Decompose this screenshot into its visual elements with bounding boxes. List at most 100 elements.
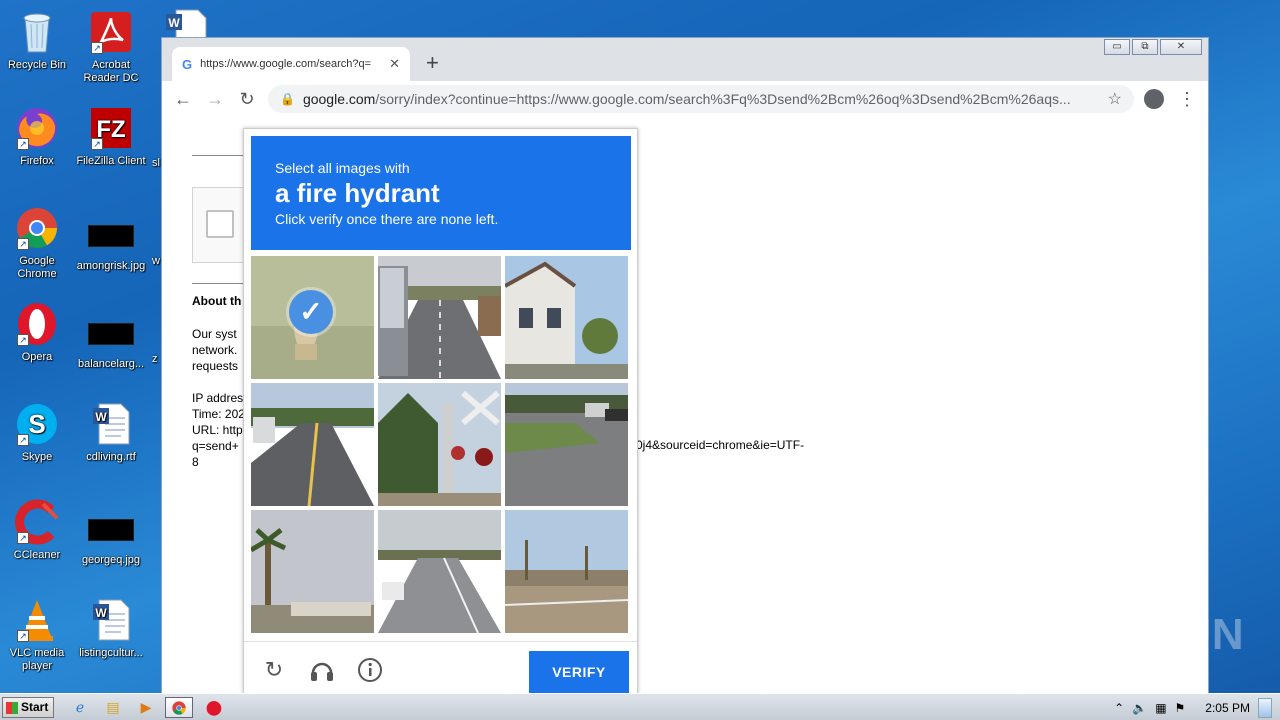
paragraph-line: Our syst [192, 327, 237, 341]
desktop-icon-label: FileZilla Client [76, 155, 146, 167]
svg-text:S: S [28, 409, 45, 439]
maximize-button[interactable]: ⧉ [1132, 39, 1158, 55]
desktop-icon-vlc[interactable]: ↗ VLC media player [0, 596, 74, 673]
new-tab-button[interactable]: + [426, 52, 439, 74]
challenge-hint: Click verify once there are none left. [275, 211, 499, 227]
desktop-icon-label: cdliving.rtf [86, 451, 136, 463]
captcha-tile[interactable] [251, 383, 374, 506]
tab-close-icon[interactable]: ✕ [389, 56, 400, 72]
ccleaner-icon: ↗ [13, 498, 61, 546]
profile-icon[interactable] [1144, 89, 1166, 109]
verify-button[interactable]: VERIFY [529, 651, 629, 693]
desktop-icon-label: VLC media player [9, 647, 65, 672]
captcha-tile[interactable] [378, 256, 501, 379]
challenge-target: a fire hydrant [275, 178, 440, 208]
desktop-file-amongrisk[interactable]: amongrisk.jpg [74, 212, 148, 273]
acrobat-icon: ↗ [87, 8, 135, 56]
svg-text:W: W [95, 606, 107, 620]
system-tray: ⌃ 🔈 ▦ ⚑ 2:05 PM [1114, 694, 1280, 720]
desktop-icon-chrome[interactable]: ↗ Google Chrome [0, 204, 74, 281]
taskbar: Start ℯ ▤ ▶ ⬤ ⌃ 🔈 ▦ ⚑ 2:05 PM [0, 693, 1280, 720]
tile-image [378, 510, 501, 633]
info-icon[interactable] [357, 657, 383, 683]
browser-tab[interactable]: G https://www.google.com/search?q= ✕ [172, 47, 410, 81]
minimize-button[interactable]: ▭ [1104, 39, 1130, 55]
forward-icon[interactable]: → [204, 89, 226, 110]
about-heading: About th [192, 294, 242, 308]
show-desktop-button[interactable] [1258, 697, 1272, 718]
desktop-file-georgeq[interactable]: georgeq.jpg [74, 506, 148, 567]
address-path: /sorry/index?continue=https://www.google… [375, 91, 1071, 107]
desktop-file-listingcultur[interactable]: W listingcultur... [74, 596, 148, 660]
challenge-instruction: Select all images with [275, 160, 410, 176]
desktop-file-cdliving[interactable]: W cdliving.rtf [74, 400, 148, 464]
start-button[interactable]: Start [2, 697, 54, 718]
audio-challenge-icon[interactable] [309, 657, 335, 683]
desktop-file-balancelarg[interactable]: balancelarg... [74, 310, 148, 371]
desktop-icon-label: Recycle Bin [7, 59, 67, 71]
vlc-icon: ↗ [13, 596, 61, 644]
taskbar-media-player-icon[interactable]: ▶ [132, 697, 160, 718]
word-document-icon: W [166, 9, 207, 39]
close-window-button[interactable]: ✕ [1160, 39, 1202, 55]
volume-icon[interactable]: 🔈 [1132, 701, 1147, 715]
address-domain: google.com [302, 91, 376, 107]
back-icon[interactable]: ← [172, 89, 194, 110]
shortcut-arrow-icon: ↗ [17, 334, 29, 346]
taskbar-ie-icon[interactable]: ℯ [66, 697, 94, 718]
request-info: IP addres Time: 202 URL: http q=send+ 8 [192, 390, 245, 470]
paragraph-line: network. [192, 343, 238, 357]
captcha-tile[interactable] [505, 510, 628, 633]
taskbar-chrome-icon[interactable] [165, 697, 193, 718]
tile-image [251, 510, 374, 633]
filezilla-icon: FZ ↗ [87, 104, 135, 152]
captcha-tile[interactable]: ✓ [251, 256, 374, 379]
desktop-icon-acrobat[interactable]: ↗ Acrobat Reader DC [74, 8, 148, 85]
captcha-tile[interactable] [251, 510, 374, 633]
taskbar-explorer-icon[interactable]: ▤ [99, 697, 127, 718]
desktop-icon-filezilla[interactable]: FZ ↗ FileZilla Client [74, 104, 148, 168]
address-bar[interactable]: 🔒 google.com/sorry/index?continue=https:… [268, 85, 1134, 113]
taskbar-opera-icon[interactable]: ⬤ [200, 697, 228, 718]
bookmark-star-icon[interactable]: ☆ [1108, 89, 1122, 109]
desktop-icon-recycle-bin[interactable]: Recycle Bin [0, 8, 74, 72]
desktop-icon-word-partial[interactable]: W [164, 6, 212, 39]
captcha-tile[interactable] [505, 383, 628, 506]
desktop-icon-firefox[interactable]: ↗ Firefox [0, 104, 74, 168]
reload-challenge-icon[interactable]: ↻ [261, 657, 287, 683]
desktop-icon-label: Google Chrome [17, 255, 57, 280]
network-icon[interactable]: ▦ [1155, 701, 1166, 715]
captcha-tile[interactable] [505, 256, 628, 379]
recaptcha-challenge: Select all images with a fire hydrant Cl… [243, 128, 638, 694]
svg-text:W: W [95, 410, 107, 424]
shortcut-arrow-icon: ↗ [91, 138, 103, 150]
desktop-icon-label: balancelarg... [77, 358, 145, 370]
desktop-icon-label: Skype [21, 451, 53, 463]
menu-kebab-icon[interactable]: ⋮ [1176, 89, 1198, 110]
word-document-icon: W [87, 596, 135, 644]
info-line: q=send+ [192, 439, 239, 453]
firefox-icon: ↗ [13, 104, 61, 152]
url-tail-text: 0j4&sourceid=chrome&ie=UTF- [636, 438, 805, 452]
desktop-icon-label: CCleaner [13, 549, 61, 561]
challenge-footer: ↻ VERIFY [244, 641, 637, 693]
action-center-flag-icon[interactable]: ⚑ [1175, 701, 1186, 715]
window-controls: ▭ ⧉ ✕ [1104, 39, 1202, 55]
captcha-tile[interactable] [378, 510, 501, 633]
tray-expand-icon[interactable]: ⌃ [1114, 701, 1124, 715]
shortcut-arrow-icon: ↗ [91, 42, 103, 54]
captcha-tile[interactable] [378, 383, 501, 506]
lock-icon: 🔒 [280, 92, 295, 106]
desktop-icon-label: listingcultur... [79, 647, 143, 659]
explanation-paragraph: Our syst network. requests [192, 326, 238, 374]
info-line: Time: 202 [192, 407, 245, 421]
clock[interactable]: 2:05 PM [1205, 701, 1250, 715]
tile-image [505, 510, 628, 633]
desktop-icon-ccleaner[interactable]: ↗ CCleaner [0, 498, 74, 562]
recaptcha-checkbox[interactable] [206, 210, 234, 238]
desktop-icon-opera[interactable]: ↗ Opera [0, 300, 74, 364]
reload-icon[interactable]: ↻ [236, 89, 258, 110]
desktop-icon-skype[interactable]: S ↗ Skype [0, 400, 74, 464]
shortcut-arrow-icon: ↗ [17, 238, 29, 250]
selected-check-icon: ✓ [289, 290, 333, 334]
